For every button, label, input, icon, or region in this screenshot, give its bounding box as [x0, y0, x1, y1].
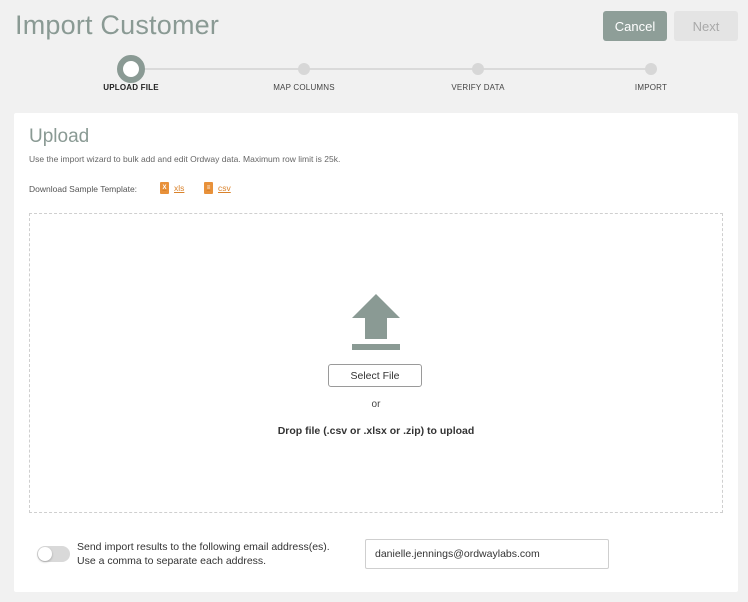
step-label: MAP COLUMNS — [273, 83, 335, 92]
step-label: IMPORT — [634, 83, 668, 92]
email-notify-toggle[interactable] — [37, 546, 70, 562]
step-indicator — [645, 63, 657, 75]
step-indicator-active — [117, 55, 145, 83]
toggle-knob — [38, 547, 52, 561]
next-button[interactable]: Next — [674, 11, 738, 41]
notify-description: Send import results to the following ema… — [77, 540, 330, 568]
xls-file-icon: X — [160, 182, 169, 194]
drop-instructions: Drop file (.csv or .xlsx or .zip) to upl… — [277, 425, 475, 437]
or-text: or — [371, 399, 381, 410]
csv-file-icon: ≡ — [204, 182, 213, 194]
step-indicator — [472, 63, 484, 75]
upload-icon — [352, 294, 400, 350]
upload-panel: Upload Use the import wizard to bulk add… — [14, 113, 738, 592]
notify-line-2: Use a comma to separate each address. — [77, 555, 267, 567]
email-input[interactable] — [365, 539, 609, 569]
sample-template-label: Download Sample Template: — [29, 184, 138, 194]
upload-description: Use the import wizard to bulk add and ed… — [29, 154, 341, 164]
page-title: Import Customer — [15, 10, 220, 40]
download-csv-link[interactable]: ≡ csv — [204, 182, 231, 194]
step-indicator — [298, 63, 310, 75]
step-label: VERIFY DATA — [451, 83, 505, 92]
upload-heading: Upload — [29, 126, 90, 147]
cancel-button[interactable]: Cancel — [603, 11, 667, 41]
xls-link-label: xls — [174, 183, 185, 193]
download-xls-link[interactable]: X xls — [160, 182, 184, 194]
select-file-button[interactable]: Select File — [328, 364, 422, 387]
file-dropzone[interactable]: Select File or Drop file (.csv or .xlsx … — [29, 213, 723, 513]
wizard-stepper: UPLOAD FILE MAP COLUMNS VERIFY DATA IMPO… — [0, 55, 748, 100]
step-label: UPLOAD FILE — [103, 83, 159, 92]
stepper-line — [131, 68, 651, 70]
notify-line-1: Send import results to the following ema… — [77, 541, 330, 553]
csv-link-label: csv — [218, 183, 231, 193]
